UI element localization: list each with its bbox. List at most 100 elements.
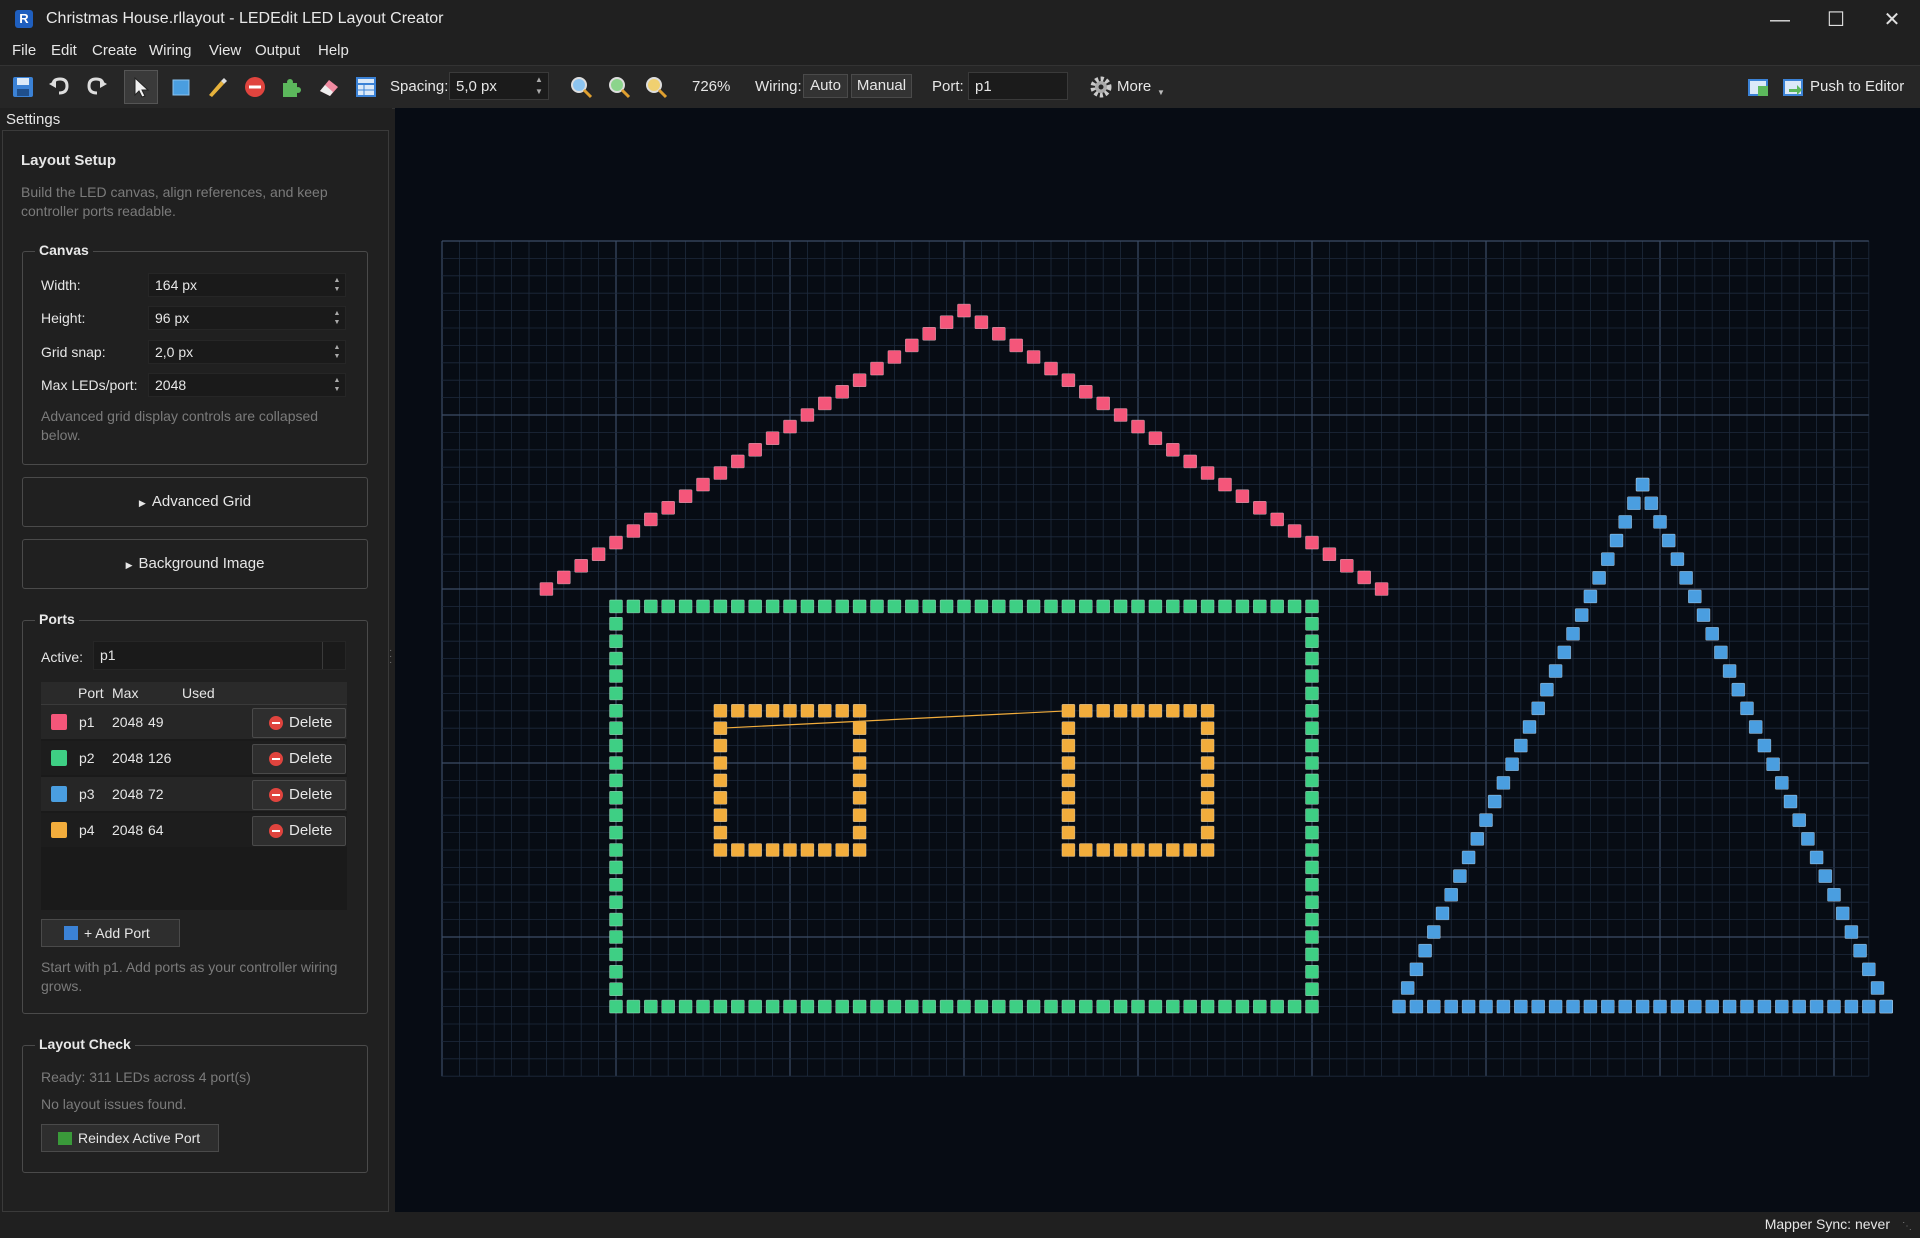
gear-icon[interactable] (1088, 74, 1114, 100)
zoom-in-icon[interactable] (568, 74, 594, 100)
table-icon[interactable] (353, 74, 379, 100)
menu-view[interactable]: View (209, 42, 241, 59)
led-p2 (904, 599, 919, 614)
delete-icon[interactable] (242, 74, 268, 100)
menu-wiring[interactable]: Wiring (149, 42, 192, 59)
resize-grip-icon[interactable]: ⋱ (1902, 1221, 1916, 1235)
led-p2 (748, 999, 763, 1014)
led-p1 (574, 558, 588, 573)
delete-port-button[interactable]: Delete (252, 744, 346, 774)
grid-snap-input[interactable]: 2,0 px ▲ ▼ (148, 340, 346, 364)
triangle-right-icon: ▶ (138, 498, 146, 508)
led-p1 (852, 373, 867, 388)
save-icon[interactable] (10, 74, 36, 100)
led-p3 (1757, 999, 1772, 1014)
select-icon[interactable] (128, 74, 154, 100)
led-p2 (904, 999, 919, 1014)
led-p2 (609, 964, 623, 979)
redo-icon[interactable] (84, 74, 110, 100)
led-p2 (1235, 599, 1250, 614)
led-p2 (609, 825, 623, 840)
menu-help[interactable]: Help (318, 42, 349, 59)
width-stepper[interactable]: ▲ ▼ (331, 276, 343, 294)
led-p3 (1792, 813, 1806, 827)
led-p3 (1627, 496, 1641, 511)
led-p3 (1688, 999, 1702, 1014)
led-p3 (1835, 906, 1850, 921)
led-p1 (904, 338, 919, 353)
reindex-button[interactable]: Reindex Active Port (41, 1124, 219, 1152)
led-grid-svg[interactable] (395, 108, 1920, 1212)
led-p4 (1061, 756, 1076, 770)
wiring-manual-button[interactable]: Manual (851, 74, 912, 98)
layout-setup-title: Layout Setup (21, 152, 117, 169)
max-leds-stepper[interactable]: ▲ ▼ (331, 376, 343, 394)
layout-canvas[interactable] (395, 108, 1920, 1212)
spacing-stepper[interactable]: ▲ ▼ (532, 74, 546, 98)
grid-snap-stepper[interactable]: ▲ ▼ (331, 343, 343, 361)
led-p2 (730, 599, 745, 614)
wiring-auto-button[interactable]: Auto (803, 74, 848, 98)
active-port-select[interactable]: p1 (93, 641, 346, 670)
background-image-toggle[interactable]: ▶ Background Image (22, 539, 368, 589)
delete-label: Delete (289, 750, 333, 767)
led-p4 (800, 843, 815, 857)
zoom-fit-icon[interactable] (643, 74, 669, 100)
led-p1 (835, 384, 850, 399)
undo-icon[interactable] (46, 74, 72, 100)
menu-file[interactable]: File (12, 42, 36, 59)
add-port-button[interactable]: + Add Port (41, 919, 180, 947)
led-p3 (1531, 701, 1545, 716)
led-p1 (1270, 512, 1285, 527)
led-p4 (1200, 825, 1215, 840)
table-row[interactable]: p4 2048 64 Delete (41, 813, 347, 847)
table-row[interactable]: p2 2048 126 Delete (41, 741, 347, 775)
menu-output[interactable]: Output (255, 42, 300, 59)
led-p3 (1740, 701, 1754, 716)
led-p3 (1653, 999, 1667, 1014)
led-p2 (609, 756, 623, 770)
table-row[interactable]: p3 2048 72 Delete (41, 777, 347, 811)
paint-icon[interactable] (204, 74, 230, 100)
zoom-out-icon[interactable] (606, 74, 632, 100)
close-icon[interactable]: ✕ (1864, 0, 1920, 40)
puzzle-icon[interactable] (278, 74, 304, 100)
led-p2 (713, 999, 728, 1014)
led-p4 (713, 738, 728, 753)
advanced-grid-toggle[interactable]: ▶ Advanced Grid (22, 477, 368, 527)
push-to-editor-button[interactable]: Push to Editor (1810, 78, 1904, 95)
max-leds-input[interactable]: 2048 ▲ ▼ (148, 373, 346, 397)
led-p4 (835, 843, 850, 857)
led-p2 (609, 721, 623, 736)
led-p3 (1461, 850, 1476, 865)
zoom-level: 726% (692, 78, 731, 95)
menu-edit[interactable]: Edit (51, 42, 77, 59)
reindex-icon (58, 1132, 72, 1145)
more-button[interactable]: More (1117, 78, 1151, 95)
menu-create[interactable]: Create (92, 42, 137, 59)
minimize-icon[interactable]: — (1752, 0, 1808, 40)
led-p1 (557, 570, 571, 585)
table-row[interactable]: p1 2048 49 Delete (41, 705, 347, 739)
height-input[interactable]: 96 px ▲ ▼ (148, 306, 346, 330)
port-select[interactable]: p1 (968, 72, 1068, 100)
delete-port-button[interactable]: Delete (252, 780, 346, 810)
splitter-handle[interactable]: · · · (389, 646, 392, 672)
height-stepper[interactable]: ▲ ▼ (331, 309, 343, 327)
led-p1 (1113, 408, 1128, 422)
export-icon[interactable] (1745, 74, 1771, 100)
active-port-value: p1 (100, 647, 116, 663)
delete-port-button[interactable]: Delete (252, 708, 346, 738)
led-p3 (1783, 794, 1798, 809)
eraser-icon[interactable] (316, 74, 342, 100)
rectangle-icon[interactable] (168, 74, 194, 100)
width-input[interactable]: 164 px ▲ ▼ (148, 273, 346, 297)
delete-port-button[interactable]: Delete (252, 816, 346, 846)
led-p3 (1705, 999, 1719, 1014)
push-icon[interactable] (1780, 74, 1806, 100)
led-p1 (783, 419, 797, 434)
maximize-icon[interactable]: ☐ (1808, 0, 1864, 40)
led-p3 (1644, 496, 1659, 511)
led-p1 (765, 431, 780, 446)
height-label: Height: (41, 310, 86, 326)
